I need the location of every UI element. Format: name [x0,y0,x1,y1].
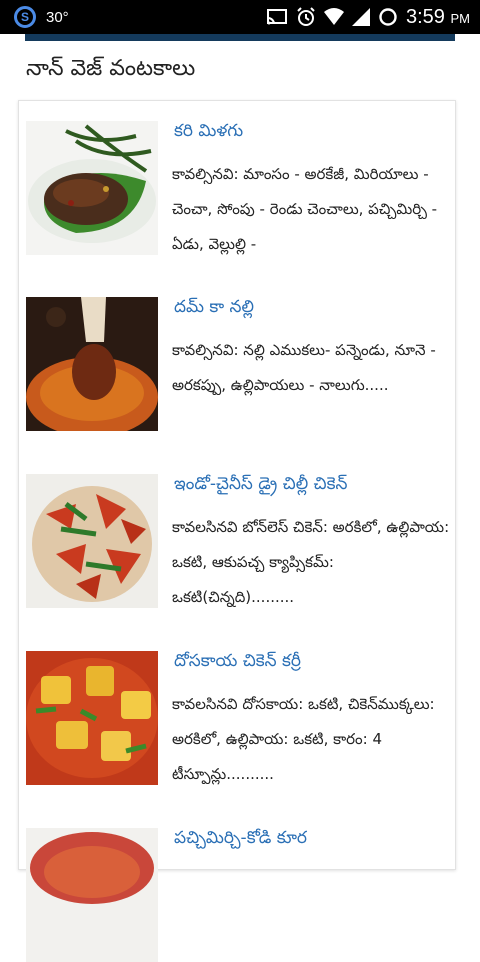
recipe-title[interactable]: పచ్చిమిర్చి-కోడి కూర [174,828,307,852]
recipe-title[interactable]: ఇండో-చైనీస్ డ్రై చిల్లీ చికెన్ [174,474,347,498]
recipe-description: కావలసినవి దోసకాయ: ఒకటి, చికెన్‌ముక్కలు: … [172,695,435,783]
recipe-thumbnail[interactable] [26,121,158,255]
recipe-description: కావల్సినవి: నల్లి ఎముకలు- పన్నెండు, నూనె… [172,341,436,394]
recipe-thumbnail[interactable] [26,651,158,785]
recipe-thumbnail[interactable] [26,297,158,431]
recipe-thumbnail[interactable] [26,828,158,962]
recipe-title[interactable]: దోసకాయ చికెన్ కర్రీ [174,651,301,675]
recipe-title[interactable]: దమ్ కా నల్లి [174,297,254,321]
recipe-thumbnail[interactable] [26,474,158,608]
battery-saver-icon [378,7,398,27]
recipe-title[interactable]: కరి మిళగు [174,121,243,145]
recipe-description: కావల్సినవి: మాంసం - అరకేజీ, మిరియాలు - చ… [172,165,438,253]
signal-icon [352,8,370,26]
clock-text: 3:59 PM [406,5,470,28]
status-bar: S 30° 3:59 PM [0,0,480,34]
alarm-icon [296,7,316,27]
cast-icon [266,8,288,26]
temperature-text: 30° [46,8,69,26]
app-bar [25,34,455,41]
recipe-list-card: కరి మిళగు కావల్సినవి: మాంసం - అరకేజీ, మి… [18,100,456,962]
recipe-description: కావలసినవి బోన్‌లెస్ చికెన్: అరకిలో, ఉల్ల… [172,518,450,606]
wifi-icon [324,8,344,26]
page-title: నాన్ వెజ్ వంటకాలు [26,56,196,81]
app-badge-icon: S [14,6,36,28]
